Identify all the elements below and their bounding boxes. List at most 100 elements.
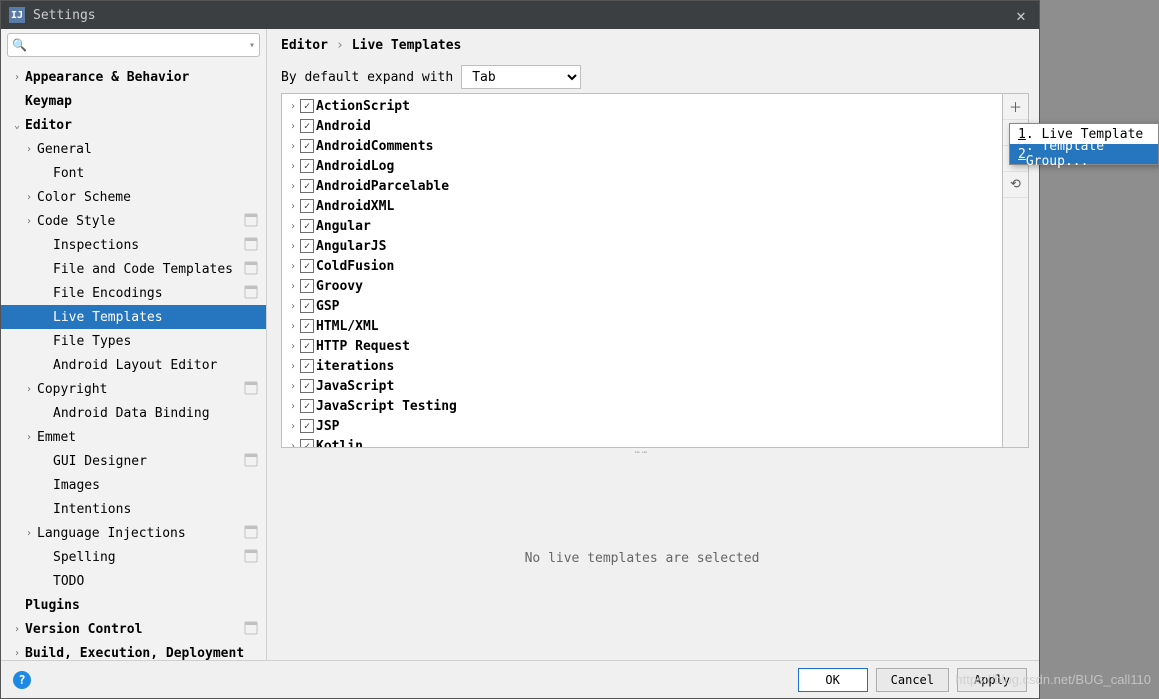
template-group-angularjs[interactable]: ›✓AngularJS <box>282 236 1002 256</box>
tree-label: Color Scheme <box>37 190 266 205</box>
tree-label: Spelling <box>53 550 244 565</box>
sidebar-item-android-data-binding[interactable]: Android Data Binding <box>1 401 266 425</box>
checkbox[interactable]: ✓ <box>300 399 314 413</box>
expand-with-select[interactable]: Tab <box>461 65 581 89</box>
sidebar-item-keymap[interactable]: Keymap <box>1 89 266 113</box>
sidebar-item-intentions[interactable]: Intentions <box>1 497 266 521</box>
template-group-kotlin[interactable]: ›✓Kotlin <box>282 436 1002 448</box>
template-group-iterations[interactable]: ›✓iterations <box>282 356 1002 376</box>
template-group-label: Angular <box>316 219 371 234</box>
chevron-icon: › <box>21 216 37 227</box>
template-group-coldfusion[interactable]: ›✓ColdFusion <box>282 256 1002 276</box>
template-group-actionscript[interactable]: ›✓ActionScript <box>282 96 1002 116</box>
tree-label: TODO <box>53 574 266 589</box>
template-group-angular[interactable]: ›✓Angular <box>282 216 1002 236</box>
template-group-groovy[interactable]: ›✓Groovy <box>282 276 1002 296</box>
sidebar-item-live-templates[interactable]: Live Templates <box>1 305 266 329</box>
settings-tree[interactable]: ›Appearance & Behavior Keymap ⌄Editor›Gene… <box>1 61 266 660</box>
template-group-jsp[interactable]: ›✓JSP <box>282 416 1002 436</box>
chevron-right-icon: › <box>286 161 300 172</box>
watermark: https://blog.csdn.net/BUG_call110 <box>955 672 1151 687</box>
titlebar: IJ Settings ✕ <box>1 1 1039 29</box>
checkbox[interactable]: ✓ <box>300 119 314 133</box>
template-group-android[interactable]: ›✓Android <box>282 116 1002 136</box>
checkbox[interactable]: ✓ <box>300 319 314 333</box>
cancel-button[interactable]: Cancel <box>876 668 949 692</box>
chevron-right-icon: › <box>286 141 300 152</box>
checkbox[interactable]: ✓ <box>300 199 314 213</box>
checkbox[interactable]: ✓ <box>300 419 314 433</box>
revert-button[interactable]: ⟲ <box>1003 172 1028 198</box>
sidebar-item-general[interactable]: ›General <box>1 137 266 161</box>
help-button[interactable]: ? <box>13 671 31 689</box>
sidebar-item-code-style[interactable]: ›Code Style <box>1 209 266 233</box>
checkbox[interactable]: ✓ <box>300 159 314 173</box>
sidebar-item-file-encodings[interactable]: File Encodings <box>1 281 266 305</box>
sidebar-item-language-injections[interactable]: ›Language Injections <box>1 521 266 545</box>
checkbox[interactable]: ✓ <box>300 219 314 233</box>
project-badge-icon <box>244 261 260 277</box>
template-group-javascript-testing[interactable]: ›✓JavaScript Testing <box>282 396 1002 416</box>
checkbox[interactable]: ✓ <box>300 179 314 193</box>
chevron-right-icon: › <box>286 121 300 132</box>
project-badge-icon <box>244 213 260 229</box>
sidebar-item-appearance-behavior[interactable]: ›Appearance & Behavior <box>1 65 266 89</box>
template-pane: ›✓ActionScript›✓Android›✓AndroidComments… <box>281 93 1003 660</box>
tree-label: Keymap <box>25 94 266 109</box>
checkbox[interactable]: ✓ <box>300 439 314 448</box>
sidebar-item-inspections[interactable]: Inspections <box>1 233 266 257</box>
ok-button[interactable]: OK <box>798 668 868 692</box>
tree-label: GUI Designer <box>53 454 244 469</box>
template-group-androidcomments[interactable]: ›✓AndroidComments <box>282 136 1002 156</box>
template-group-javascript[interactable]: ›✓JavaScript <box>282 376 1002 396</box>
checkbox[interactable]: ✓ <box>300 379 314 393</box>
project-badge-icon <box>244 621 260 637</box>
checkbox[interactable]: ✓ <box>300 239 314 253</box>
checkbox[interactable]: ✓ <box>300 339 314 353</box>
chevron-right-icon: › <box>286 241 300 252</box>
sidebar-item-build-execution-deployment[interactable]: ›Build, Execution, Deployment <box>1 641 266 660</box>
sidebar-item-version-control[interactable]: ›Version Control <box>1 617 266 641</box>
checkbox[interactable]: ✓ <box>300 99 314 113</box>
template-group-gsp[interactable]: ›✓GSP <box>282 296 1002 316</box>
add-button[interactable]: ＋ <box>1003 94 1028 120</box>
template-group-androidparcelable[interactable]: ›✓AndroidParcelable <box>282 176 1002 196</box>
sidebar-item-font[interactable]: Font <box>1 161 266 185</box>
sidebar-item-spelling[interactable]: Spelling <box>1 545 266 569</box>
sidebar-item-images[interactable]: Images <box>1 473 266 497</box>
close-icon[interactable]: ✕ <box>1011 5 1031 25</box>
checkbox[interactable]: ✓ <box>300 279 314 293</box>
sidebar-item-file-and-code-templates[interactable]: File and Code Templates <box>1 257 266 281</box>
template-group-html-xml[interactable]: ›✓HTML/XML <box>282 316 1002 336</box>
splitter-grip[interactable]: ⋯⋯ <box>281 448 1003 456</box>
sidebar-item-file-types[interactable]: File Types <box>1 329 266 353</box>
main-panel: Editor › Live Templates By default expan… <box>267 29 1039 660</box>
search-history-icon[interactable]: ▾ <box>249 40 255 51</box>
template-group-androidlog[interactable]: ›✓AndroidLog <box>282 156 1002 176</box>
sidebar-item-color-scheme[interactable]: ›Color Scheme <box>1 185 266 209</box>
sidebar-item-editor[interactable]: ⌄Editor <box>1 113 266 137</box>
sidebar-item-android-layout-editor[interactable]: Android Layout Editor <box>1 353 266 377</box>
popup-item-template-group-[interactable]: 2. Template Group... <box>1010 144 1158 164</box>
tree-label: File Types <box>53 334 266 349</box>
checkbox[interactable]: ✓ <box>300 359 314 373</box>
sidebar-item-copyright[interactable]: ›Copyright <box>1 377 266 401</box>
settings-dialog: IJ Settings ✕ 🔍 ▾ ›Appearance & Behavior… <box>0 0 1040 699</box>
checkbox[interactable]: ✓ <box>300 139 314 153</box>
tree-label: Language Injections <box>37 526 244 541</box>
sidebar-item-plugins[interactable]: Plugins <box>1 593 266 617</box>
template-group-label: ColdFusion <box>316 259 394 274</box>
dialog-body: 🔍 ▾ ›Appearance & BehaviorKeymap⌄Editor›… <box>1 29 1039 660</box>
tree-label: Inspections <box>53 238 244 253</box>
checkbox[interactable]: ✓ <box>300 259 314 273</box>
search-input[interactable] <box>8 38 259 52</box>
checkbox[interactable]: ✓ <box>300 299 314 313</box>
sidebar-item-emmet[interactable]: ›Emmet <box>1 425 266 449</box>
template-list[interactable]: ›✓ActionScript›✓Android›✓AndroidComments… <box>281 93 1003 448</box>
sidebar-item-gui-designer[interactable]: GUI Designer <box>1 449 266 473</box>
project-badge-icon <box>244 237 260 253</box>
template-group-label: AndroidComments <box>316 139 433 154</box>
sidebar-item-todo[interactable]: TODO <box>1 569 266 593</box>
template-group-http-request[interactable]: ›✓HTTP Request <box>282 336 1002 356</box>
template-group-androidxml[interactable]: ›✓AndroidXML <box>282 196 1002 216</box>
